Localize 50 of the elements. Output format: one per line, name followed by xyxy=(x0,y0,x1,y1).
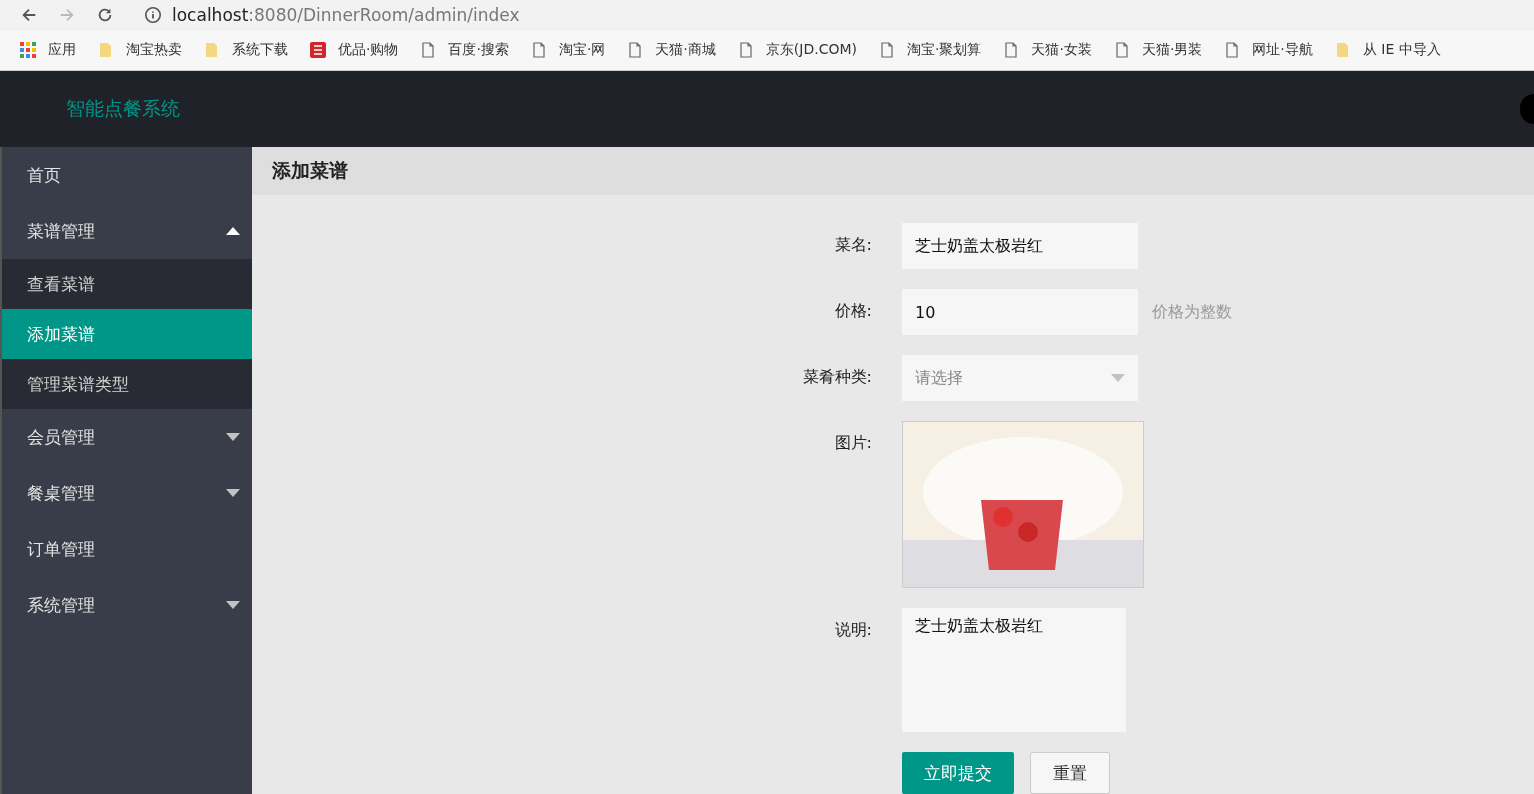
input-field[interactable]: 芝士奶盖太极岩红 xyxy=(902,223,1138,269)
sidebar-item[interactable]: 菜谱管理 xyxy=(2,203,252,259)
bookmark-item[interactable]: 百度·搜索 xyxy=(420,41,509,60)
bookmark-item[interactable]: 系统下载 xyxy=(204,41,288,60)
bookmark-item[interactable]: 淘宝·聚划算 xyxy=(879,41,982,60)
page-icon xyxy=(879,42,895,59)
folder-icon xyxy=(204,42,220,59)
apps-grid-icon xyxy=(20,42,36,59)
page-icon xyxy=(1113,42,1130,59)
field-label: 菜名: xyxy=(833,234,872,256)
sidebar-subitem[interactable]: 添加菜谱 xyxy=(2,309,252,359)
page-icon xyxy=(530,42,547,59)
sidebar-item[interactable]: 订单管理 xyxy=(2,521,252,577)
sidebar-item[interactable]: 会员管理 xyxy=(2,409,252,465)
folder-icon xyxy=(1334,42,1351,59)
folder-icon xyxy=(98,42,114,59)
sidebar-item[interactable]: 首页 xyxy=(2,147,252,203)
bookmark-item[interactable]: 淘宝·网 xyxy=(530,41,606,60)
page-icon xyxy=(737,42,754,59)
site-logo-icon xyxy=(310,42,326,59)
sidebar-subitem[interactable]: 查看菜谱 xyxy=(2,259,252,309)
description-textarea[interactable]: 芝士奶盖太极岩红 xyxy=(902,608,1126,732)
field-label: 价格: xyxy=(833,300,872,322)
app-title: 智能点餐系统 xyxy=(66,96,180,121)
field-label: 图片: xyxy=(833,432,872,454)
submit-button[interactable]: 立即提交 xyxy=(902,752,1014,794)
sidebar-item[interactable]: 系统管理 xyxy=(2,577,252,633)
bookmark-item[interactable]: 天猫·商城 xyxy=(627,41,716,60)
page-title: 添加菜谱 xyxy=(252,147,1534,195)
input-field[interactable]: 10 xyxy=(902,289,1138,335)
page-icon xyxy=(420,42,437,59)
bookmark-item[interactable]: 天猫·男装 xyxy=(1113,41,1203,60)
page-icon xyxy=(1003,42,1020,59)
info-icon[interactable] xyxy=(144,6,162,25)
field-label: 说明: xyxy=(833,619,872,641)
sidebar-subitem[interactable]: 管理菜谱类型 xyxy=(2,359,252,409)
field-label: 菜肴种类: xyxy=(801,366,872,388)
reset-button[interactable]: 重置 xyxy=(1030,752,1110,794)
sidebar-item[interactable]: 餐桌管理 xyxy=(2,465,252,521)
bookmark-item[interactable]: 淘宝热卖 xyxy=(98,41,182,60)
bookmark-item[interactable]: 京东(JD.COM) xyxy=(737,41,857,60)
bookmark-item[interactable]: 应用 xyxy=(20,41,76,60)
field-hint: 价格为整数 xyxy=(1152,301,1232,323)
page-icon xyxy=(627,42,644,59)
bookmark-item[interactable]: 网址·导航 xyxy=(1224,41,1313,60)
page-icon xyxy=(1224,42,1241,59)
caret-down-icon xyxy=(1111,374,1125,382)
bookmark-item[interactable]: 从 IE 中导入 xyxy=(1334,41,1441,60)
bookmark-item[interactable]: 天猫·女装 xyxy=(1003,41,1092,60)
bookmark-item[interactable]: 优品·购物 xyxy=(310,41,399,60)
